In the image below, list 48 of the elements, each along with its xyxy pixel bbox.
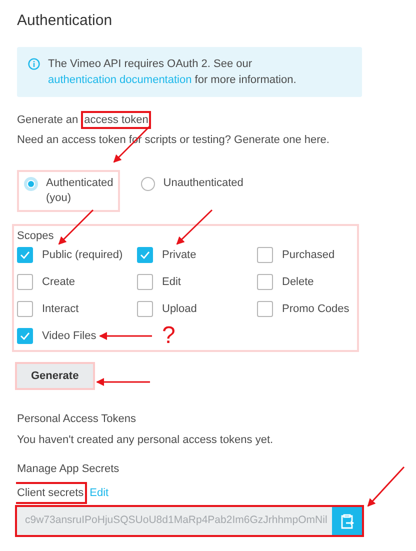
annotation-arrow — [99, 332, 152, 340]
annotation-arrow — [176, 209, 213, 245]
checkbox-label: Purchased — [282, 248, 335, 263]
scopes-label: Scopes — [17, 229, 55, 243]
copy-button[interactable] — [332, 507, 362, 535]
radio-option[interactable]: Authenticated (you) — [17, 170, 120, 212]
checkbox-label: Upload — [162, 302, 197, 317]
notice-text: for more information. — [194, 74, 296, 86]
checkbox[interactable] — [257, 301, 273, 317]
checkbox[interactable] — [137, 301, 153, 317]
radio-option[interactable]: Unauthenticated — [134, 170, 250, 212]
section-title: Authentication — [17, 11, 114, 31]
generate-heading: Generate an — [17, 113, 78, 128]
generate-button[interactable]: Generate — [15, 362, 95, 390]
question-mark: ? — [161, 328, 176, 344]
checkbox-label: Video Files — [42, 329, 96, 344]
annotation-arrow — [96, 378, 150, 386]
checkbox-label: Edit — [162, 275, 181, 290]
empty-message: You haven't created any personal access tokens yet. — [17, 433, 274, 447]
checkbox-label: Create — [42, 275, 76, 290]
notice-text: The Vimeo API requires OAuth 2. See our — [48, 58, 252, 70]
check-icon — [140, 251, 150, 259]
check-icon — [20, 332, 30, 340]
radio-label: Authenticated — [46, 176, 114, 191]
radio-sublabel: (you) — [46, 191, 72, 206]
checkbox-label: Delete — [282, 275, 314, 290]
info-icon — [28, 58, 40, 70]
checkbox-label: Interact — [42, 302, 79, 317]
checkbox-label: Private — [162, 248, 196, 263]
section-heading: Manage App Secrets — [17, 462, 120, 476]
checkbox[interactable] — [137, 247, 153, 263]
checkbox[interactable] — [137, 274, 153, 290]
highlighted-text: access token — [81, 111, 152, 129]
section-heading: Personal Access Tokens — [17, 412, 138, 426]
checkbox[interactable] — [17, 247, 33, 263]
clipboard-icon — [340, 514, 354, 528]
checkbox[interactable] — [257, 274, 273, 290]
checkbox-label: Public (required) — [42, 248, 123, 263]
annotation-arrow — [367, 466, 405, 507]
checkbox[interactable] — [257, 247, 273, 263]
checkbox-label: Promo Codes — [282, 302, 350, 317]
checkbox[interactable] — [17, 274, 33, 290]
annotation-arrow — [58, 209, 94, 245]
checkbox[interactable] — [17, 301, 33, 317]
highlighted-text: Client secrets — [16, 482, 87, 504]
radio-label: Unauthenticated — [163, 176, 244, 191]
checkbox[interactable] — [17, 328, 33, 344]
check-icon — [20, 251, 30, 259]
